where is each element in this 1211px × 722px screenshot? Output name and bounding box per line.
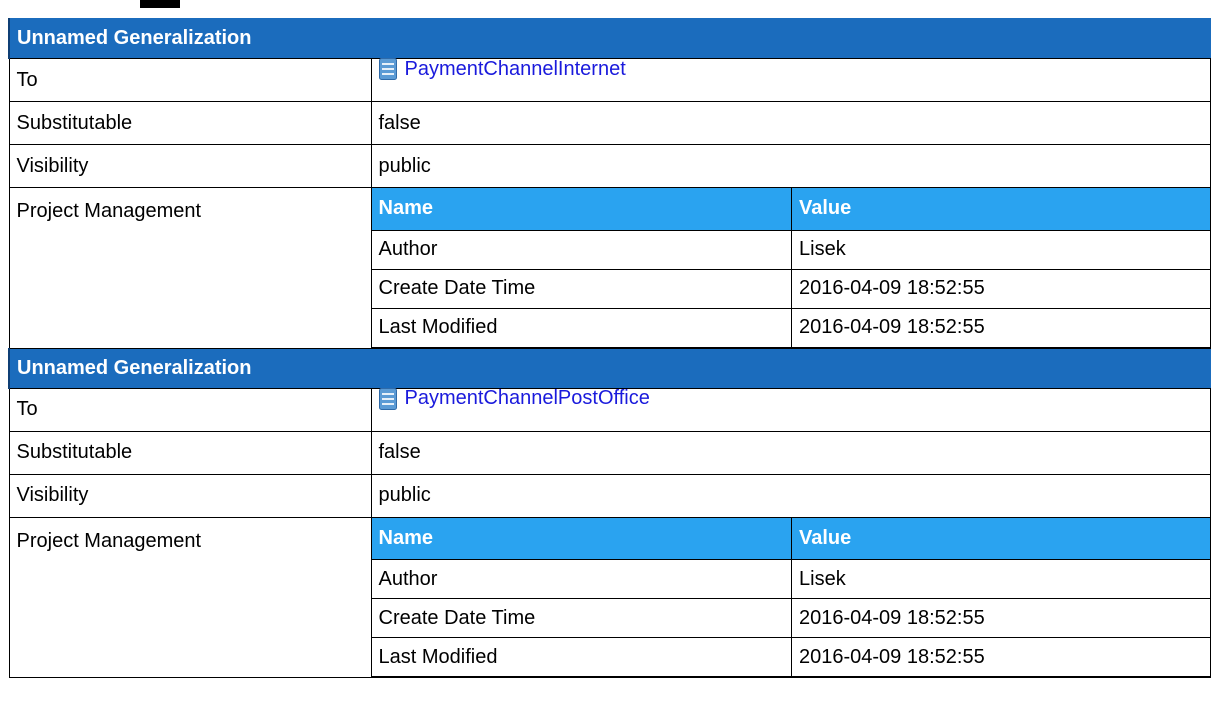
section-header: Unnamed Generalization (8, 18, 1211, 59)
property-row-substitutable: Substitutable false (8, 101, 1211, 145)
class-icon (378, 58, 397, 81)
pm-value-cell: Lisek (791, 229, 1210, 270)
section-header: Unnamed Generalization (8, 347, 1211, 389)
property-label: To (8, 58, 372, 102)
table-row: Author Lisek (371, 559, 1210, 599)
target-class-name: PaymentChannelPostOffice (404, 387, 650, 410)
property-value: false (370, 101, 1211, 145)
property-label: Project Management (8, 187, 372, 349)
document-page: Unnamed Generalization To PaymentChannel… (0, 0, 1211, 722)
pm-name-cell: Author (371, 559, 792, 599)
property-label: Substitutable (8, 430, 372, 475)
table-row: Author Lisek (371, 229, 1210, 270)
property-label: Substitutable (8, 101, 372, 145)
pm-name-cell: Author (371, 229, 792, 270)
nested-header-row: Name Value (371, 517, 1210, 560)
property-label: Visibility (8, 473, 372, 518)
pm-name-cell: Last Modified (371, 637, 792, 677)
table-row: Last Modified 2016-04-09 18:52:55 (371, 307, 1210, 348)
property-label: Project Management (8, 516, 372, 678)
class-icon (378, 387, 397, 410)
property-value: public (370, 473, 1211, 518)
pm-name-cell: Last Modified (371, 307, 792, 348)
heading-glyph-fragment (140, 0, 180, 8)
property-row-visibility: Visibility public (8, 144, 1211, 188)
column-header-name: Name (371, 517, 792, 560)
property-row-substitutable: Substitutable false (8, 430, 1211, 475)
pm-value-cell: 2016-04-09 18:52:55 (791, 307, 1210, 348)
target-class-link[interactable]: PaymentChannelPostOffice (378, 387, 650, 410)
project-management-table: Name Value Author Lisek Create Date Time… (371, 188, 1210, 348)
project-management-cell: Name Value Author Lisek Create Date Time… (370, 187, 1211, 349)
property-row-to: To PaymentChannelPostOffice (8, 387, 1211, 432)
property-label: To (8, 387, 372, 432)
column-header-name: Name (371, 188, 792, 231)
property-label: Visibility (8, 144, 372, 188)
generalization-table: Unnamed Generalization To PaymentChannel… (8, 18, 1211, 678)
pm-name-cell: Create Date Time (371, 598, 792, 638)
property-row-project-management: Project Management Name Value Author Lis… (8, 516, 1211, 678)
property-row-visibility: Visibility public (8, 473, 1211, 518)
table-row: Last Modified 2016-04-09 18:52:55 (371, 637, 1210, 677)
project-management-table: Name Value Author Lisek Create Date Time… (371, 517, 1210, 677)
pm-name-cell: Create Date Time (371, 268, 792, 309)
pm-value-cell: 2016-04-09 18:52:55 (791, 268, 1210, 309)
property-value: PaymentChannelPostOffice (370, 387, 1211, 432)
target-class-link[interactable]: PaymentChannelInternet (378, 57, 626, 81)
property-value: public (370, 144, 1211, 188)
generalization-sections: Unnamed Generalization To PaymentChannel… (8, 18, 1211, 678)
column-header-value: Value (791, 517, 1210, 560)
property-row-to: To PaymentChannelInternet (8, 57, 1211, 102)
project-management-cell: Name Value Author Lisek Create Date Time… (370, 516, 1211, 678)
property-value: PaymentChannelInternet (370, 57, 1211, 102)
page-heading-fragment (140, 0, 360, 18)
table-row: Create Date Time 2016-04-09 18:52:55 (371, 598, 1210, 638)
pm-value-cell: 2016-04-09 18:52:55 (791, 637, 1210, 677)
property-value: false (370, 430, 1211, 475)
property-row-project-management: Project Management Name Value Author Lis… (8, 187, 1211, 349)
column-header-value: Value (791, 188, 1210, 231)
nested-header-row: Name Value (371, 188, 1210, 231)
section-header-title: Unnamed Generalization (8, 18, 1211, 59)
pm-value-cell: 2016-04-09 18:52:55 (791, 598, 1210, 638)
section-header-title: Unnamed Generalization (8, 347, 1211, 389)
target-class-name: PaymentChannelInternet (404, 57, 626, 80)
pm-value-cell: Lisek (791, 559, 1210, 599)
table-row: Create Date Time 2016-04-09 18:52:55 (371, 268, 1210, 309)
